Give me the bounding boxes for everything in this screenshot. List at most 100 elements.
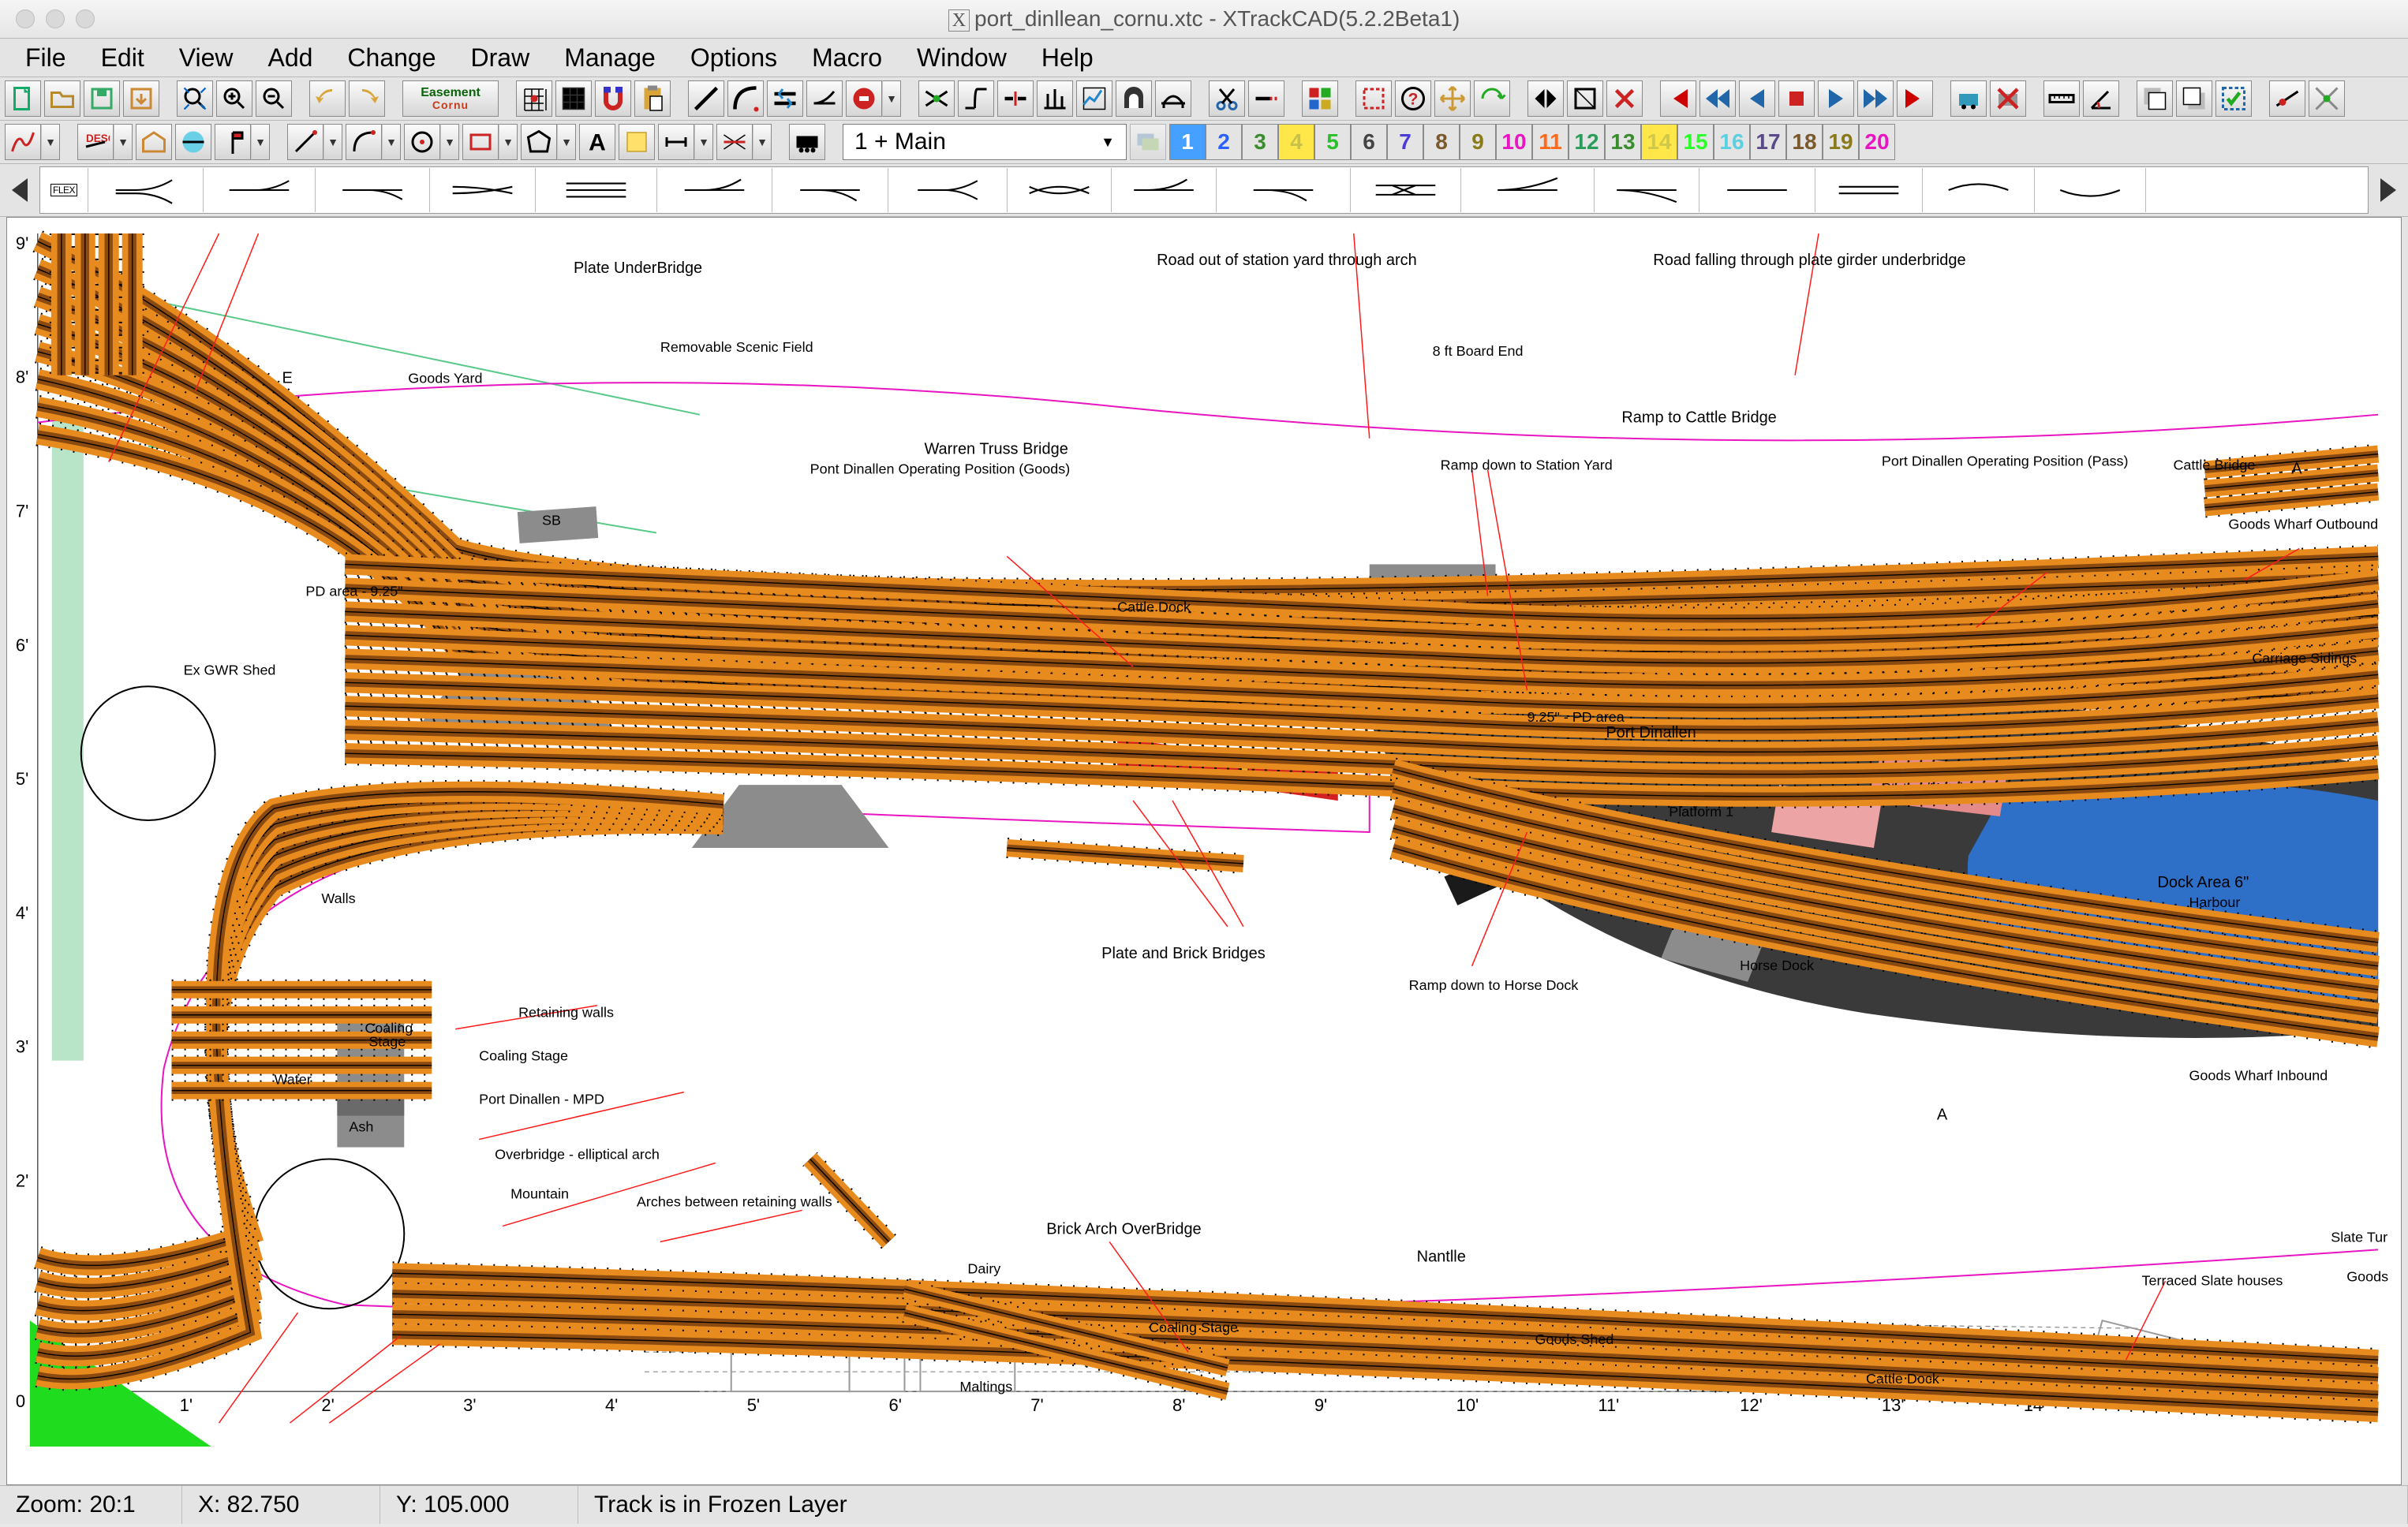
tunnel-icon[interactable]: [1116, 80, 1152, 117]
play-icon[interactable]: [1818, 80, 1854, 117]
easement-button[interactable]: EasementCornu: [402, 80, 499, 117]
curve-track-icon[interactable]: [727, 80, 764, 117]
hotbar-item-1[interactable]: [204, 168, 316, 212]
zoom-extents-icon[interactable]: [177, 80, 213, 117]
goto-end-icon[interactable]: [1897, 80, 1933, 117]
menu-add[interactable]: Add: [250, 43, 330, 73]
move-icon[interactable]: [1434, 80, 1471, 117]
layer-button-1[interactable]: 1: [1169, 124, 1206, 160]
menu-macro[interactable]: Macro: [795, 43, 899, 73]
bridge-icon[interactable]: [1155, 80, 1191, 117]
hotbar-item-10[interactable]: [1217, 168, 1351, 212]
layer-button-14[interactable]: 14: [1641, 124, 1677, 160]
flip-h-icon[interactable]: [1527, 80, 1564, 117]
poly-tool-icon[interactable]: ▼: [521, 124, 576, 160]
select-all-icon[interactable]: [2215, 80, 2252, 117]
menu-file[interactable]: File: [8, 43, 84, 73]
hotbar-item-2[interactable]: [316, 168, 430, 212]
hotbar-item-6[interactable]: [772, 168, 888, 212]
magnet-icon[interactable]: [595, 80, 631, 117]
layer-button-20[interactable]: 20: [1859, 124, 1895, 160]
menu-view[interactable]: View: [162, 43, 251, 73]
structure-icon[interactable]: [136, 124, 172, 160]
hotbar-item-15[interactable]: [1815, 168, 1923, 212]
menu-edit[interactable]: Edit: [84, 43, 162, 73]
menu-change[interactable]: Change: [330, 43, 453, 73]
grid-icon[interactable]: [555, 80, 592, 117]
layer-button-5[interactable]: 5: [1314, 124, 1351, 160]
layer-button-4[interactable]: 4: [1278, 124, 1314, 160]
hotbar-item-14[interactable]: [1699, 168, 1815, 212]
fast-fwd-icon[interactable]: [1857, 80, 1894, 117]
connect-icon[interactable]: [918, 80, 955, 117]
hotbar-item-4[interactable]: [536, 168, 657, 212]
menu-options[interactable]: Options: [673, 43, 795, 73]
select-icon[interactable]: [1355, 80, 1392, 117]
hotbar-item-13[interactable]: [1595, 168, 1699, 212]
import-icon[interactable]: [123, 80, 159, 117]
menu-manage[interactable]: Manage: [547, 43, 673, 73]
layer-button-3[interactable]: 3: [1242, 124, 1278, 160]
cornu-tool-icon[interactable]: ▼: [5, 124, 60, 160]
elevation-icon[interactable]: [1037, 80, 1073, 117]
curve-tool-icon[interactable]: ▼: [346, 124, 401, 160]
layer-button-17[interactable]: 17: [1750, 124, 1786, 160]
menu-window[interactable]: Window: [899, 43, 1024, 73]
layer-config-icon[interactable]: [1130, 124, 1166, 160]
layer-button-13[interactable]: 13: [1605, 124, 1641, 160]
new-file-icon[interactable]: [5, 80, 41, 117]
layer-button-7[interactable]: 7: [1387, 124, 1423, 160]
pan-icon[interactable]: [2309, 80, 2345, 117]
split-icon[interactable]: [997, 80, 1034, 117]
properties-icon[interactable]: ?: [1395, 80, 1431, 117]
layer-button-9[interactable]: 9: [1460, 124, 1496, 160]
layer-select[interactable]: 1 + Main▼: [843, 124, 1127, 160]
delete-icon[interactable]: [1606, 80, 1643, 117]
text-tool-icon[interactable]: A: [579, 124, 615, 160]
select-mode-icon[interactable]: [1302, 80, 1338, 117]
rotate-icon[interactable]: [1474, 80, 1510, 117]
menu-draw[interactable]: Draw: [454, 43, 548, 73]
turnout-icon[interactable]: [806, 80, 843, 117]
zoom-out-icon[interactable]: [256, 80, 292, 117]
hotbar-item-12[interactable]: [1461, 168, 1595, 212]
layer-button-2[interactable]: 2: [1206, 124, 1242, 160]
hotbar-strip[interactable]: FLEX: [39, 166, 2369, 214]
parallel-icon[interactable]: [767, 80, 803, 117]
snap-grid-icon[interactable]: [516, 80, 552, 117]
redo-icon[interactable]: [349, 80, 385, 117]
layer-button-15[interactable]: 15: [1677, 124, 1714, 160]
hotbar-item-16[interactable]: [1923, 168, 2035, 212]
layer-button-11[interactable]: 11: [1532, 124, 1569, 160]
layer-front-icon[interactable]: [2176, 80, 2212, 117]
layer-button-19[interactable]: 19: [1823, 124, 1859, 160]
describe-icon[interactable]: [2269, 80, 2305, 117]
bench-tool-icon[interactable]: ▼: [716, 124, 772, 160]
signal-icon[interactable]: ▼: [215, 124, 270, 160]
hotbar-item-11[interactable]: [1351, 168, 1461, 212]
layer-button-18[interactable]: 18: [1786, 124, 1823, 160]
menu-help[interactable]: Help: [1024, 43, 1111, 73]
hotbar-item-0[interactable]: [88, 168, 204, 212]
train-mode-icon[interactable]: [789, 124, 825, 160]
dim-tool-icon[interactable]: ▼: [658, 124, 713, 160]
fast-back-icon[interactable]: [1699, 80, 1736, 117]
layer-button-12[interactable]: 12: [1569, 124, 1605, 160]
circle-tool-icon[interactable]: ▼: [404, 124, 459, 160]
cut-icon[interactable]: [1209, 80, 1245, 117]
layer-button-8[interactable]: 8: [1423, 124, 1460, 160]
desc-tool-icon[interactable]: DESC▼: [77, 124, 133, 160]
hotbar-item-17[interactable]: [2035, 168, 2146, 212]
line-tool-icon[interactable]: ▼: [287, 124, 342, 160]
flip-v-icon[interactable]: [1567, 80, 1603, 117]
profile-icon[interactable]: [1076, 80, 1112, 117]
turntable-icon[interactable]: [175, 124, 211, 160]
hotbar-right-icon[interactable]: [2369, 170, 2408, 210]
hotbar-item-5[interactable]: [657, 168, 772, 212]
open-file-icon[interactable]: [44, 80, 80, 117]
rect-tool-icon[interactable]: ▼: [462, 124, 518, 160]
undo-icon[interactable]: [309, 80, 346, 117]
hotbar-item-3[interactable]: [430, 168, 536, 212]
note-tool-icon[interactable]: [619, 124, 655, 160]
train-new-icon[interactable]: [1950, 80, 1987, 117]
